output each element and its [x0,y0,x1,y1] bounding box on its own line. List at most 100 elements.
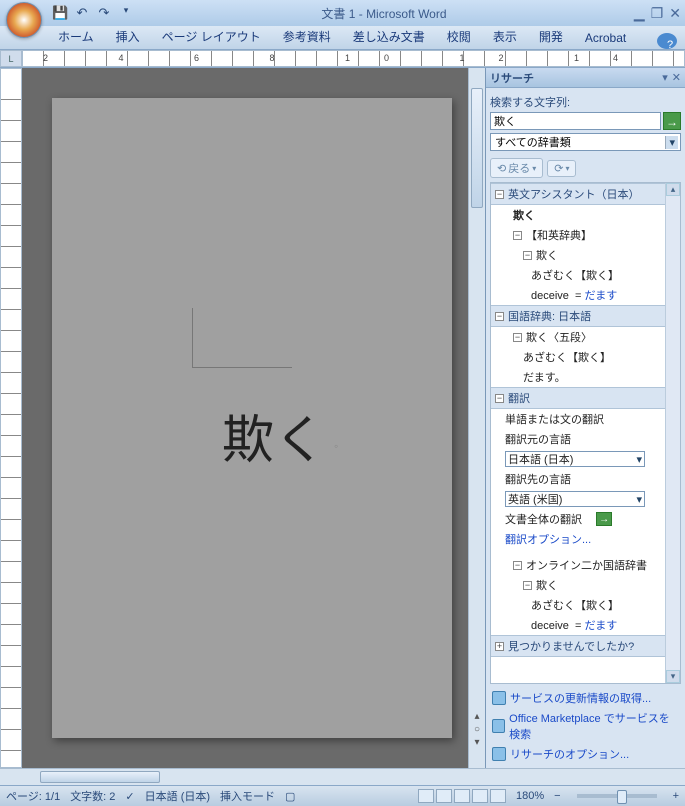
zoom-level[interactable]: 180% [516,790,544,802]
qat-dropdown-icon[interactable]: ▾ [118,5,134,21]
result-link-damasu[interactable]: だます [585,620,618,632]
margin-crop-mark [192,308,292,368]
print-layout-view-icon[interactable] [418,789,434,803]
zoom-slider[interactable] [577,794,657,798]
window-title: 文書 1 - Microsoft Word [134,5,634,22]
expand-icon[interactable]: + [495,642,504,651]
translation-options-link[interactable]: 翻訳オプション... [505,534,591,546]
vertical-scrollbar[interactable]: ▴ ○ ▾ [468,68,485,768]
translation-sentence-label: 単語または文の翻訳 [491,409,665,429]
browse-object-icon[interactable]: ○ [474,724,480,735]
tab-references[interactable]: 参考資料 [273,24,341,49]
restore-icon[interactable]: ❐ [651,5,664,22]
next-page-icon[interactable]: ▾ [474,737,479,748]
result-waei-header: −【和英辞典】 [491,225,665,245]
outline-view-icon[interactable] [472,789,488,803]
minimize-icon[interactable]: ▁ [634,5,645,22]
collapse-icon[interactable]: − [513,333,522,342]
office-button[interactable] [6,2,42,38]
result-reading: あざむく【欺く】 [491,595,665,615]
ruler-corner[interactable]: L [0,50,22,67]
result-translation: deceive = だます [491,615,665,635]
research-pane: リサーチ ▾ ✕ 検索する文字列: → すべての辞書類 ▾ ⟲戻る▾ ⟳▾ [485,68,685,768]
scope-select[interactable]: すべての辞書類 ▾ [490,133,681,151]
result-entry: −欺く [491,245,665,265]
service-update-link[interactable]: サービスの更新情報の取得... [492,688,679,708]
collapse-icon[interactable]: − [523,581,532,590]
search-input[interactable] [490,112,661,130]
search-label: 検索する文字列: [490,94,681,110]
scrollbar-thumb[interactable] [40,771,160,783]
titlebar: 💾 ↶ ↷ ▾ 文書 1 - Microsoft Word ▁ ❐ ✕ [0,0,685,26]
collapse-icon[interactable]: − [495,190,504,199]
prev-page-icon[interactable]: ▴ [474,711,479,722]
research-pane-title: リサーチ [490,70,534,86]
research-footer: サービスの更新情報の取得... Office Marketplace でサービス… [490,684,681,768]
fullscreen-reading-view-icon[interactable] [436,789,452,803]
category-kokugo[interactable]: −国語辞典: 日本語 [491,305,665,327]
translation-from-select[interactable]: 日本語 (日本)▾ [505,451,645,467]
document-viewport[interactable]: 欺く ▴ ○ ▾ [22,68,485,768]
window-controls: ▁ ❐ ✕ [634,5,681,22]
document-page[interactable]: 欺く [52,98,452,738]
macro-icon[interactable]: ▢ [285,790,295,803]
chevron-down-icon: ▾ [636,453,642,466]
tab-review[interactable]: 校閲 [437,24,481,49]
translation-from-label: 翻訳元の言語 [491,429,665,449]
draft-view-icon[interactable] [490,789,506,803]
marketplace-link[interactable]: Office Marketplace でサービスを検索 [492,708,679,744]
chevron-down-icon: ▾ [565,164,569,173]
search-go-button[interactable]: → [663,112,681,130]
translation-to-select[interactable]: 英語 (米国)▾ [505,491,645,507]
scrollbar-thumb[interactable] [471,88,483,208]
view-buttons [418,789,506,803]
zoom-in-button[interactable]: + [673,790,679,802]
tab-home[interactable]: ホーム [48,24,104,49]
status-language[interactable]: 日本語 (日本) [145,788,210,804]
collapse-icon[interactable]: − [495,312,504,321]
result-entry: −欺く [491,575,665,595]
category-not-found[interactable]: +見つかりませんでしたか? [491,635,665,657]
status-mode[interactable]: 挿入モード [220,788,275,804]
redo-icon[interactable]: ↷ [96,5,112,21]
status-page[interactable]: ページ: 1/1 [6,788,60,804]
result-headword: 欺く [491,205,665,225]
pane-menu-icon[interactable]: ▾ [662,71,668,84]
ruler-vertical[interactable] [0,68,22,768]
horizontal-scrollbar[interactable] [0,768,685,785]
tab-mailings[interactable]: 差し込み文書 [343,24,435,49]
tab-layout[interactable]: ページ レイアウト [152,24,271,49]
undo-icon[interactable]: ↶ [74,5,90,21]
tab-insert[interactable]: 挿入 [106,24,150,49]
collapse-icon[interactable]: − [513,561,522,570]
close-icon[interactable]: ✕ [669,5,681,22]
web-layout-view-icon[interactable] [454,789,470,803]
research-options-link[interactable]: リサーチのオプション... [492,744,679,764]
pane-close-icon[interactable]: ✕ [672,71,681,84]
back-button[interactable]: ⟲戻る▾ [490,158,543,178]
result-link-damasu[interactable]: だます [585,290,618,302]
result-translation: deceive = だます [491,285,665,305]
forward-button[interactable]: ⟳▾ [547,160,576,177]
tab-acrobat[interactable]: Acrobat [575,27,636,49]
document-body-text[interactable]: 欺く [222,398,338,473]
proofing-icon[interactable]: ✓ [125,790,134,803]
collapse-icon[interactable]: − [513,231,522,240]
collapse-icon[interactable]: − [495,394,504,403]
ruler-horizontal[interactable]: 2 4 6 8 10 12 14 16 18 20 22 24 26 28 30… [22,50,685,67]
status-words[interactable]: 文字数: 2 [70,788,115,804]
tab-view[interactable]: 表示 [483,24,527,49]
tab-developer[interactable]: 開発 [529,24,573,49]
collapse-icon[interactable]: − [523,251,532,260]
save-icon[interactable]: 💾 [52,5,68,21]
help-icon[interactable]: ? [657,33,677,49]
results-scrollbar[interactable] [665,183,680,683]
category-translation[interactable]: −翻訳 [491,387,665,409]
translate-doc-go-button[interactable]: → [596,512,612,526]
result-reading: あざむく【欺く】 [491,347,665,367]
ribbon-tabs: ホーム 挿入 ページ レイアウト 参考資料 差し込み文書 校閲 表示 開発 Ac… [0,26,685,50]
category-english-assistant[interactable]: −英文アシスタント（日本） [491,183,665,205]
forward-arrow-icon: ⟳ [554,162,563,175]
info-icon [492,691,506,705]
zoom-out-button[interactable]: − [554,790,560,802]
